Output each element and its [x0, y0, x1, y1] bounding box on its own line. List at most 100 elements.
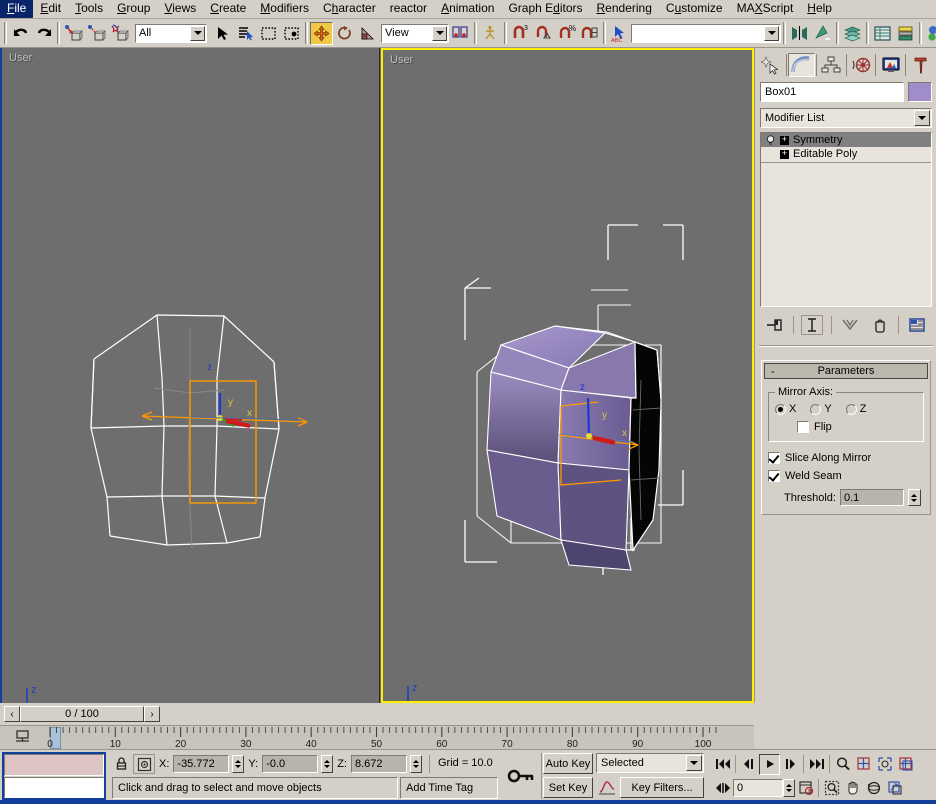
snaps-toggle-button[interactable]: 3 — [509, 22, 532, 45]
key-selection-filter-combo[interactable]: Selected — [596, 753, 704, 773]
next-frame-button[interactable] — [780, 754, 801, 775]
mirror-axis-x[interactable]: X — [775, 403, 796, 415]
command-tab-utilities[interactable] — [907, 53, 935, 77]
open-mini-curve-editor-button[interactable] — [14, 729, 32, 745]
remove-modifier-button[interactable] — [869, 315, 891, 335]
select-and-move-button[interactable] — [310, 21, 333, 45]
angle-snap-toggle-button[interactable] — [532, 22, 555, 45]
menu-item-reactor[interactable]: reactor — [383, 0, 434, 18]
use-pivot-point-center-button[interactable] — [449, 22, 472, 45]
redo-button[interactable] — [32, 22, 55, 45]
chevron-down-icon[interactable] — [432, 25, 447, 41]
select-and-link-button[interactable] — [62, 22, 85, 45]
chevron-down-icon[interactable] — [914, 110, 930, 126]
zoom-extents-button[interactable] — [874, 754, 895, 775]
go-to-start-button[interactable] — [712, 754, 733, 775]
unlink-selection-button[interactable] — [85, 22, 108, 45]
track-bar[interactable]: 10 20 30 40 50 60 70 80 90 100 0 — [0, 725, 754, 749]
rectangular-selection-region-button[interactable] — [257, 22, 280, 45]
menu-item-views[interactable]: Views — [157, 0, 203, 18]
select-object-button[interactable] — [211, 22, 234, 45]
command-tab-hierarchy[interactable] — [817, 53, 845, 77]
select-and-manipulate-button[interactable] — [479, 22, 502, 45]
mirror-button[interactable] — [788, 22, 811, 45]
selection-lock-toggle-button[interactable] — [112, 754, 130, 774]
menu-item-animation[interactable]: Animation — [434, 0, 501, 18]
align-button[interactable] — [811, 22, 834, 45]
previous-frame-button[interactable] — [738, 754, 759, 775]
spinner-snap-toggle-button[interactable] — [578, 22, 601, 45]
zoom-button[interactable] — [832, 754, 853, 775]
min-max-toggle-button[interactable] — [884, 778, 905, 799]
current-frame-spinner[interactable] — [783, 779, 795, 797]
pin-stack-button[interactable] — [764, 315, 786, 335]
menu-item-edit[interactable]: Edit — [33, 0, 68, 18]
command-tab-display[interactable] — [877, 53, 905, 77]
time-slider-track[interactable] — [162, 706, 752, 722]
chevron-down-icon[interactable] — [190, 25, 205, 41]
x-coordinate-field[interactable]: -35.772 — [173, 755, 230, 773]
material-editor-button[interactable] — [924, 22, 936, 45]
current-frame-field[interactable]: 0 — [733, 779, 783, 797]
percent-snap-toggle-button[interactable]: % — [555, 22, 578, 45]
select-and-uniform-scale-button[interactable] — [356, 22, 379, 45]
show-end-result-button[interactable] — [801, 315, 824, 335]
pan-view-button[interactable] — [842, 778, 863, 799]
y-coordinate-field[interactable]: -0.0 — [262, 755, 319, 773]
x-spinner[interactable] — [232, 755, 245, 773]
menu-item-customize[interactable]: Customize — [659, 0, 730, 18]
expand-plus-icon[interactable]: + — [780, 149, 789, 159]
threshold-spinner[interactable] — [907, 489, 921, 506]
radio-y-icon[interactable] — [810, 403, 822, 415]
modifier-stack-item-editable-poly[interactable]: + Editable Poly — [761, 147, 931, 161]
viewport-left[interactable]: User z y x z — [2, 48, 380, 703]
flip-checkbox-icon[interactable] — [797, 421, 809, 433]
menu-item-create[interactable]: Create — [203, 0, 253, 18]
threshold-field[interactable]: 0.1 — [839, 489, 904, 506]
configure-modifier-sets-button[interactable] — [906, 315, 928, 335]
named-selection-sets-button[interactable]: ABC — [608, 22, 631, 45]
slice-along-mirror-row[interactable]: Slice Along Mirror — [768, 452, 924, 464]
listener-input-pane[interactable] — [4, 777, 104, 798]
play-animation-button[interactable] — [759, 753, 780, 775]
object-color-swatch[interactable] — [908, 82, 932, 102]
time-configuration-button[interactable] — [795, 778, 816, 799]
undo-button[interactable] — [9, 22, 32, 45]
command-tab-create[interactable] — [758, 53, 785, 77]
arc-rotate-button[interactable] — [863, 778, 884, 799]
menu-item-tools[interactable]: Tools — [68, 0, 110, 18]
window-crossing-button[interactable] — [280, 22, 303, 45]
parameters-rollout-header[interactable]: - Parameters — [764, 363, 928, 379]
radio-x-icon[interactable] — [775, 403, 786, 415]
modifier-list-combo[interactable]: Modifier List — [760, 108, 932, 128]
set-key-button[interactable]: Set Key — [543, 777, 593, 798]
region-zoom-button[interactable] — [821, 778, 842, 799]
time-slider-thumb[interactable]: 0 / 100 — [20, 706, 144, 722]
select-by-name-button[interactable] — [234, 22, 257, 45]
radio-z-icon[interactable] — [845, 403, 857, 415]
add-time-tag-button[interactable]: Add Time Tag — [400, 777, 498, 799]
selection-filter-combo[interactable]: All — [135, 23, 207, 43]
mirror-axis-z[interactable]: Z — [845, 403, 866, 415]
lightbulb-icon[interactable] — [765, 134, 776, 146]
menu-item-modifiers[interactable]: Modifiers — [253, 0, 316, 18]
z-coordinate-field[interactable]: 8.672 — [350, 755, 407, 773]
go-to-end-button[interactable] — [806, 754, 827, 775]
zoom-extents-all-button[interactable] — [895, 754, 916, 775]
y-spinner[interactable] — [321, 755, 334, 773]
z-spinner[interactable] — [409, 755, 422, 773]
chevron-down-icon[interactable] — [686, 755, 702, 771]
reference-coordinate-system-combo[interactable]: View — [381, 23, 449, 43]
spinner-up-icon[interactable] — [911, 493, 918, 497]
menu-item-maxscript[interactable]: MAXScript — [730, 0, 801, 18]
viewport-right[interactable]: User z y x z — [381, 48, 754, 703]
named-selection-sets-combo[interactable] — [631, 23, 781, 43]
weld-seam-row[interactable]: Weld Seam — [768, 470, 924, 482]
weld-seam-checkbox-icon[interactable] — [768, 470, 780, 482]
menu-item-group[interactable]: Group — [110, 0, 157, 18]
mirror-axis-y[interactable]: Y — [810, 403, 832, 415]
chevron-down-icon[interactable] — [764, 25, 779, 41]
absolute-relative-transform-button[interactable] — [133, 754, 155, 774]
zoom-all-button[interactable] — [853, 754, 874, 775]
modifier-stack-item-symmetry[interactable]: + Symmetry — [761, 133, 931, 147]
